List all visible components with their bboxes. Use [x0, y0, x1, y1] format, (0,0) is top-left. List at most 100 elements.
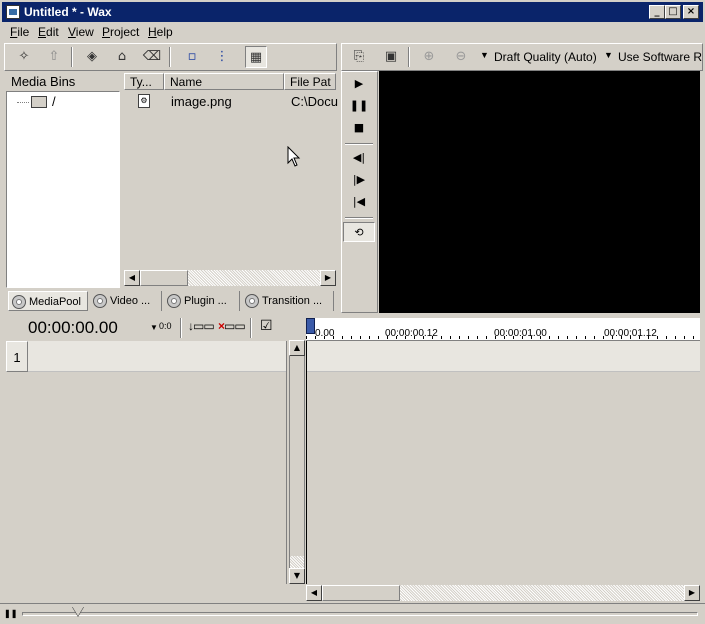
- column-file-path[interactable]: File Pat: [284, 73, 336, 90]
- new-bin-icon[interactable]: ✧: [13, 46, 35, 68]
- media-bins-pane: Media Bins /: [6, 73, 120, 288]
- timeline-tracks[interactable]: [306, 341, 700, 584]
- toolbar-separator: [180, 318, 182, 338]
- menu-view[interactable]: View: [68, 25, 94, 39]
- plugin-icon: [167, 294, 181, 308]
- delete-icon[interactable]: ⌫: [141, 46, 163, 68]
- scroll-down-button[interactable]: ▼: [289, 568, 305, 584]
- pool-tabs: MediaPool Video ... Plugin ... Transitio…: [8, 291, 336, 313]
- renderer-dropdown[interactable]: Use Software Re: [618, 50, 702, 64]
- scroll-thumb[interactable]: [322, 585, 400, 601]
- list-item[interactable]: ⚙ image.png C:\Docu: [124, 92, 338, 110]
- controls-separator: [345, 217, 373, 219]
- menu-file[interactable]: File: [10, 25, 29, 39]
- ruler-label: 00:00:01.12: [604, 328, 657, 339]
- zoom-value[interactable]: 0:0: [159, 321, 172, 331]
- file-list-body: ⚙ image.png C:\Docu ◀ ▶: [124, 90, 338, 288]
- tab-mediapool[interactable]: MediaPool: [8, 291, 88, 311]
- next-frame-icon[interactable]: |▶: [343, 170, 375, 190]
- playhead-line: [306, 341, 307, 584]
- file-list-hscrollbar[interactable]: ◀ ▶: [124, 270, 336, 286]
- minimize-button[interactable]: _: [649, 5, 665, 19]
- timeline-vscrollbar[interactable]: ▲ ▼: [289, 340, 305, 584]
- small-icons-icon[interactable]: ▫: [181, 46, 203, 68]
- loop-icon[interactable]: ⟲: [343, 222, 375, 242]
- file-name: image.png: [171, 94, 232, 109]
- image-file-icon: ⚙: [138, 94, 150, 108]
- save-icon[interactable]: ▣: [380, 46, 402, 68]
- quality-dropdown-arrow-icon[interactable]: ▼: [480, 50, 489, 60]
- menu-edit[interactable]: Edit: [38, 25, 59, 39]
- video-icon: [93, 294, 107, 308]
- transition-icon: [245, 294, 259, 308]
- zoom-dropdown-arrow-icon[interactable]: ▼: [150, 323, 158, 332]
- app-icon: [6, 5, 20, 19]
- file-list-header: Ty... Name File Pat: [124, 73, 336, 90]
- ruler-label: 00:00:01.00: [494, 328, 547, 339]
- status-bar: ❚❚: [0, 603, 705, 624]
- open-folder-icon[interactable]: ⌂: [111, 46, 133, 68]
- scroll-left-button[interactable]: ◀: [124, 270, 140, 286]
- media-bins-tree: /: [6, 91, 120, 288]
- track-header-row[interactable]: [28, 341, 286, 372]
- ruler-label: 00:00:00.12: [385, 328, 438, 339]
- tab-transition[interactable]: Transition ...: [242, 291, 334, 311]
- folder-icon[interactable]: [31, 96, 47, 108]
- properties-icon[interactable]: ☑: [260, 317, 273, 334]
- preview-toolbar: ⎘ ▣ ⊕ ⊖ ▼ Draft Quality (Auto) ▼ Use Sof…: [341, 43, 703, 71]
- scroll-track[interactable]: [289, 356, 305, 568]
- layers-icon[interactable]: ◈: [81, 46, 103, 68]
- insert-track-icon[interactable]: ↓▭▭: [188, 319, 215, 333]
- position-slider-thumb[interactable]: [72, 606, 84, 616]
- mouse-cursor-icon: [287, 146, 301, 167]
- scroll-track-pattern: [290, 556, 304, 568]
- up-folder-icon[interactable]: ⇧: [43, 46, 65, 68]
- menu-help[interactable]: Help: [148, 25, 173, 39]
- renderer-dropdown-arrow-icon[interactable]: ▼: [604, 50, 613, 60]
- file-list-pane: Ty... Name File Pat ⚙ image.png C:\Docu …: [124, 73, 338, 288]
- playhead-marker[interactable]: [306, 318, 315, 334]
- pause-status-icon[interactable]: ❚❚: [4, 609, 17, 618]
- timeline-ruler[interactable]: 0.00 00:00:00.12 00:00:01.00 00:00:01.12: [306, 318, 700, 341]
- toolbar-separator: [71, 47, 73, 67]
- zoom-out-icon[interactable]: ⊖: [450, 46, 472, 68]
- track-number[interactable]: 1: [6, 341, 28, 372]
- menu-project[interactable]: Project: [102, 25, 139, 39]
- maximize-button[interactable]: □: [665, 5, 681, 19]
- scroll-right-button[interactable]: ▶: [684, 585, 700, 601]
- prev-frame-icon[interactable]: ◀|: [343, 148, 375, 168]
- scroll-thumb[interactable]: [140, 270, 188, 286]
- play-icon[interactable]: ▶: [343, 74, 375, 94]
- details-view-icon[interactable]: ▦: [245, 46, 267, 68]
- scroll-left-button[interactable]: ◀: [306, 585, 322, 601]
- close-button[interactable]: ×: [683, 5, 699, 19]
- bin-root-label[interactable]: /: [52, 94, 56, 109]
- timecode-display: 00:00:00.00: [28, 318, 118, 337]
- copy-icon[interactable]: ⎘: [348, 46, 370, 68]
- column-type[interactable]: Ty...: [124, 73, 164, 90]
- stop-icon[interactable]: ■: [343, 118, 375, 138]
- media-bins-header: Media Bins: [11, 74, 76, 89]
- media-toolbar: ✧ ⇧ ◈ ⌂ ⌫ ▫ ⋮ ▦: [4, 43, 337, 71]
- quality-dropdown[interactable]: Draft Quality (Auto): [494, 50, 597, 64]
- scroll-up-button[interactable]: ▲: [289, 340, 305, 356]
- timeline-hscrollbar[interactable]: ◀ ▶: [306, 585, 700, 601]
- tab-plugin[interactable]: Plugin ...: [164, 291, 240, 311]
- tab-video[interactable]: Video ...: [90, 291, 162, 311]
- tree-icon[interactable]: ⋮: [211, 46, 233, 68]
- go-start-icon[interactable]: |◀: [343, 192, 375, 212]
- file-path: C:\Docu: [291, 94, 338, 109]
- scroll-right-button[interactable]: ▶: [320, 270, 336, 286]
- toolbar-separator: [408, 47, 410, 67]
- ruler-label: 0.00: [315, 328, 335, 339]
- position-slider-track[interactable]: [22, 612, 698, 616]
- preview-screen[interactable]: [379, 71, 700, 313]
- track-lane[interactable]: [306, 341, 700, 372]
- pause-icon[interactable]: ❚❚: [343, 96, 375, 116]
- timeline-toolbar: 00:00:00.00 ▼ 0:0 ↓▭▭ ×▭▭ ☑: [4, 316, 304, 340]
- toolbar-separator: [169, 47, 171, 67]
- column-name[interactable]: Name: [164, 73, 284, 90]
- zoom-in-icon[interactable]: ⊕: [418, 46, 440, 68]
- delete-track-icon[interactable]: ×▭▭: [218, 319, 246, 333]
- mediapool-icon: [12, 295, 26, 309]
